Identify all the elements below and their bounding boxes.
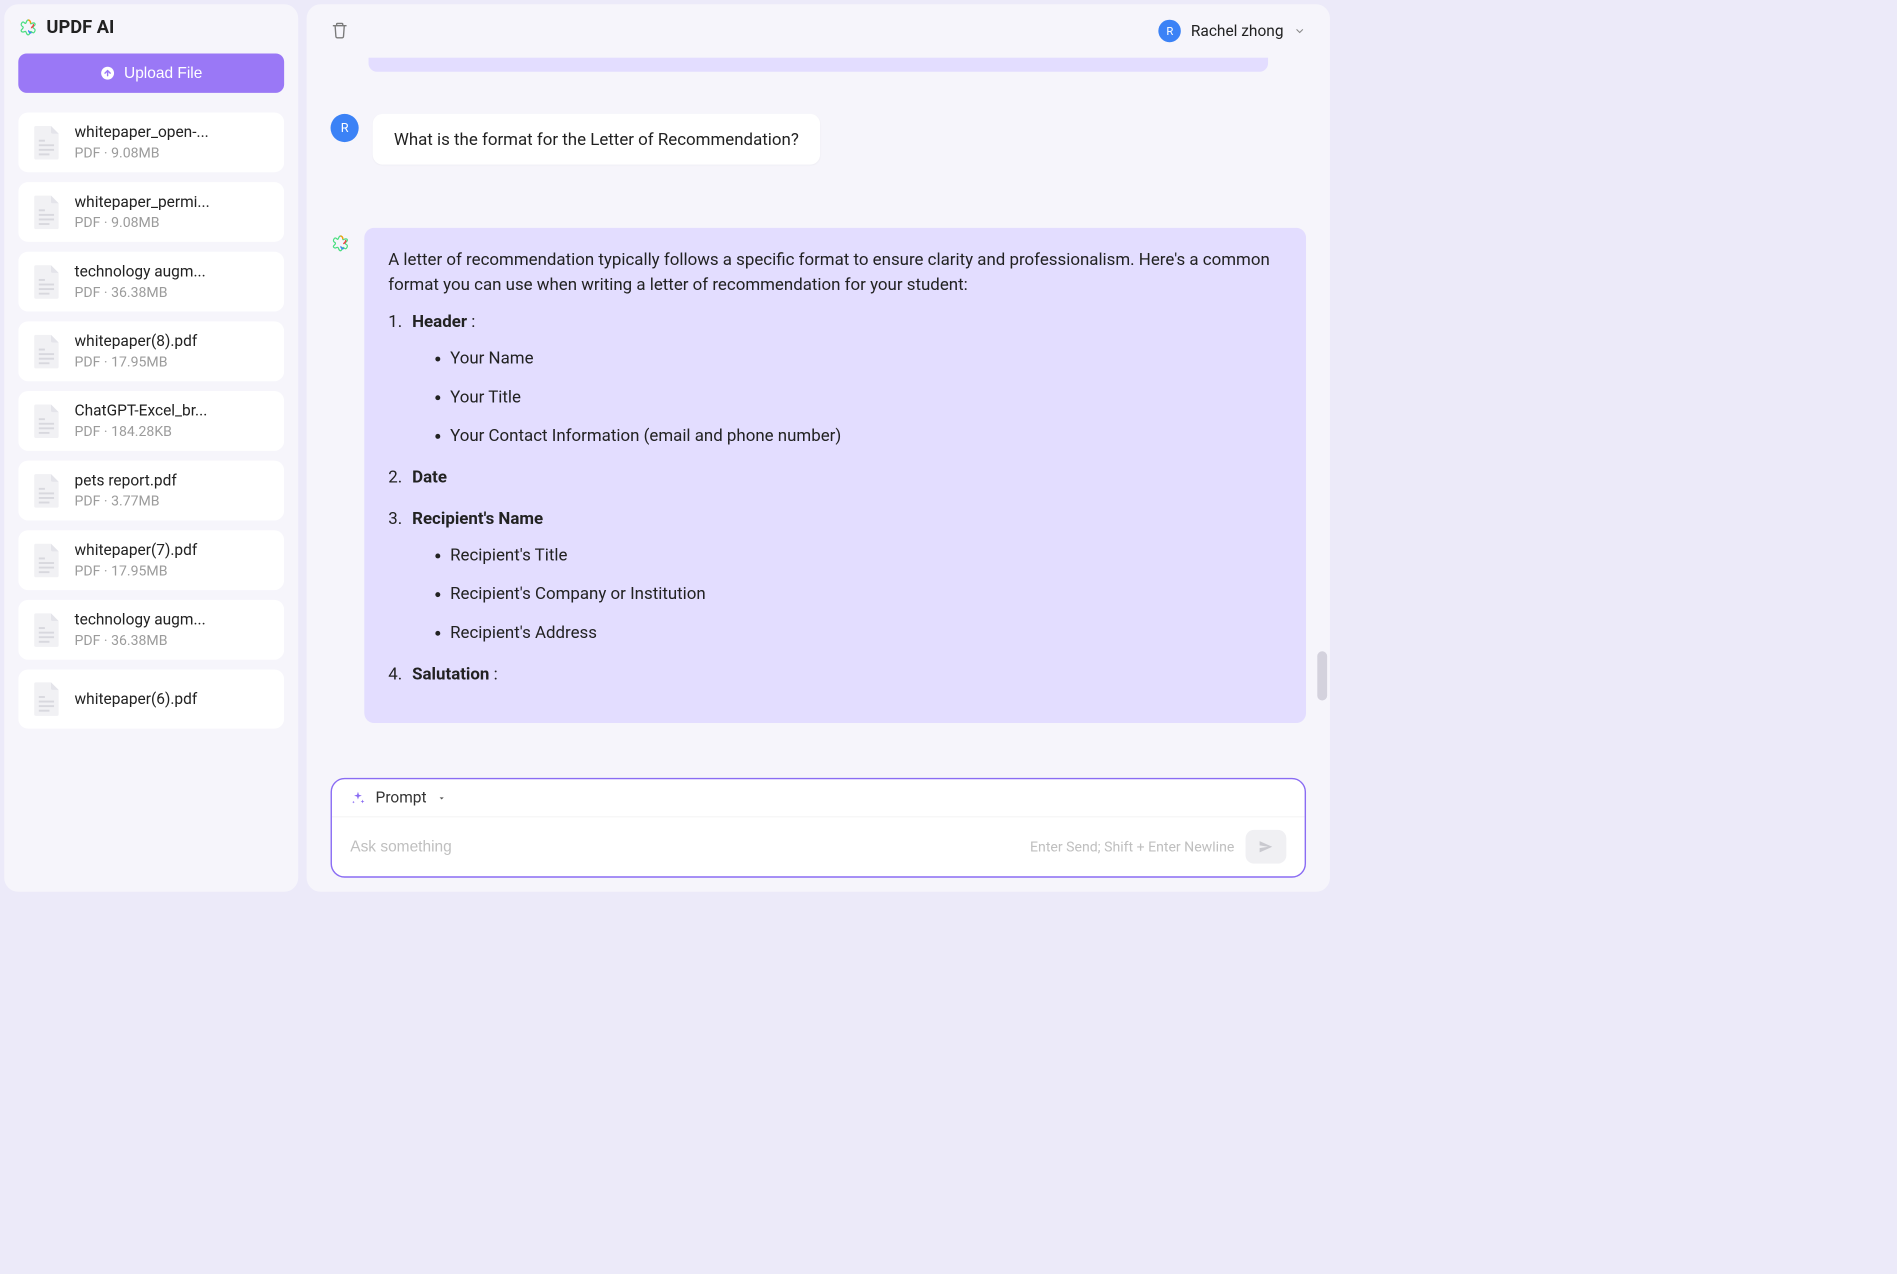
section-title: Header — [412, 311, 467, 331]
file-icon — [31, 124, 62, 161]
file-name: whitepaper(8).pdf — [75, 333, 272, 351]
ai-message-row: A letter of recommendation typically fol… — [331, 228, 1306, 723]
file-item[interactable]: whitepaper_permi... PDF · 9.08MB — [18, 182, 284, 242]
file-meta: PDF · 17.95MB — [75, 562, 272, 579]
upload-icon — [100, 65, 115, 80]
file-icon — [31, 333, 62, 370]
sidebar-header: UPDF AI — [18, 17, 284, 38]
ai-intro-text: A letter of recommendation typically fol… — [388, 248, 1282, 297]
file-item[interactable]: whitepaper(7).pdf PDF · 17.95MB — [18, 530, 284, 590]
file-meta: PDF · 9.08MB — [75, 214, 272, 231]
chevron-down-icon — [1293, 25, 1306, 38]
section-items: Recipient's Title Recipient's Company or … — [450, 543, 1282, 645]
format-section: Recipient's NameRecipient's TitleRecipie… — [388, 506, 1282, 645]
section-item: Your Title — [450, 385, 1282, 409]
user-message-bubble: What is the format for the Letter of Rec… — [373, 114, 820, 165]
file-info: whitepaper(8).pdf PDF · 17.95MB — [75, 333, 272, 370]
brand-title: UPDF AI — [46, 17, 114, 38]
section-item: Recipient's Title — [450, 543, 1282, 567]
file-item[interactable]: whitepaper_open-... PDF · 9.08MB — [18, 113, 284, 173]
file-info: ChatGPT-Excel_br... PDF · 184.28KB — [75, 402, 272, 439]
upload-file-button[interactable]: Upload File — [18, 53, 284, 92]
main-header: R Rachel zhong — [307, 4, 1330, 57]
input-hint: Enter Send; Shift + Enter Newline — [1030, 838, 1234, 855]
format-section: Date — [388, 465, 1282, 489]
file-name: whitepaper_open-... — [75, 124, 272, 142]
upload-label: Upload File — [124, 64, 202, 82]
file-icon — [31, 403, 62, 440]
user-name: Rachel zhong — [1191, 22, 1284, 40]
prompt-label: Prompt — [376, 789, 427, 807]
file-info: whitepaper(6).pdf — [75, 690, 272, 708]
file-name: whitepaper(6).pdf — [75, 690, 272, 708]
section-title: Salutation — [412, 664, 489, 684]
file-name: whitepaper(7).pdf — [75, 542, 272, 560]
file-icon — [31, 681, 62, 718]
file-item[interactable]: whitepaper(6).pdf — [18, 670, 284, 729]
file-name: technology augm... — [75, 263, 272, 281]
user-avatar: R — [1159, 20, 1182, 43]
file-icon — [31, 542, 62, 579]
previous-response-peek — [369, 58, 1269, 72]
file-item[interactable]: whitepaper(8).pdf PDF · 17.95MB — [18, 321, 284, 381]
file-icon — [31, 612, 62, 649]
file-info: whitepaper(7).pdf PDF · 17.95MB — [75, 542, 272, 579]
trash-icon — [331, 21, 349, 39]
section-title: Date — [412, 467, 447, 487]
file-name: pets report.pdf — [75, 472, 272, 490]
file-meta: PDF · 3.77MB — [75, 492, 272, 509]
file-item[interactable]: technology augm... PDF · 36.38MB — [18, 600, 284, 660]
input-area: Prompt Enter Send; Shift + Enter Newline — [331, 778, 1306, 878]
file-info: whitepaper_permi... PDF · 9.08MB — [75, 193, 272, 230]
file-info: whitepaper_open-... PDF · 9.08MB — [75, 124, 272, 161]
section-title: Recipient's Name — [412, 508, 543, 528]
file-icon — [31, 472, 62, 509]
file-info: pets report.pdf PDF · 3.77MB — [75, 472, 272, 509]
ai-message-bubble: A letter of recommendation typically fol… — [364, 228, 1306, 723]
user-menu[interactable]: R Rachel zhong — [1159, 20, 1306, 43]
sidebar: UPDF AI Upload File whitepaper_open-... … — [4, 4, 298, 892]
section-items: Your Name Your Title Your Contact Informat… — [450, 346, 1282, 448]
file-info: technology augm... PDF · 36.38MB — [75, 611, 272, 648]
file-meta: PDF · 36.38MB — [75, 283, 272, 300]
format-section: Header :Your NameYour TitleYour Contact … — [388, 309, 1282, 448]
file-meta: PDF · 184.28KB — [75, 423, 272, 440]
app-logo-icon — [18, 18, 38, 38]
caret-down-icon — [436, 793, 446, 803]
prompt-selector[interactable]: Prompt — [332, 779, 1305, 817]
file-item[interactable]: pets report.pdf PDF · 3.77MB — [18, 461, 284, 521]
format-section: Salutation : — [388, 662, 1282, 686]
delete-button[interactable] — [331, 21, 349, 41]
section-item: Recipient's Company or Institution — [450, 582, 1282, 606]
scrollbar-thumb[interactable] — [1317, 651, 1327, 700]
file-icon — [31, 194, 62, 231]
chat-body: R What is the format for the Letter of R… — [307, 58, 1330, 778]
user-message-row: R What is the format for the Letter of R… — [331, 114, 1306, 165]
input-row: Enter Send; Shift + Enter Newline — [332, 817, 1305, 876]
send-icon — [1258, 838, 1275, 855]
section-item: Recipient's Address — [450, 620, 1282, 644]
file-item[interactable]: ChatGPT-Excel_br... PDF · 184.28KB — [18, 391, 284, 451]
file-info: technology augm... PDF · 36.38MB — [75, 263, 272, 300]
message-input[interactable] — [350, 838, 1019, 856]
file-name: technology augm... — [75, 611, 272, 629]
section-item: Your Name — [450, 346, 1282, 370]
file-name: ChatGPT-Excel_br... — [75, 402, 272, 420]
main-panel: R Rachel zhong R What is the format for … — [307, 4, 1330, 892]
section-item: Your Contact Information (email and phon… — [450, 423, 1282, 447]
file-meta: PDF · 36.38MB — [75, 632, 272, 649]
file-name: whitepaper_permi... — [75, 193, 272, 211]
file-icon — [31, 263, 62, 300]
file-meta: PDF · 9.08MB — [75, 144, 272, 161]
user-avatar-small: R — [331, 114, 359, 142]
file-meta: PDF · 17.95MB — [75, 353, 272, 370]
sparkle-icon — [350, 790, 365, 805]
file-list: whitepaper_open-... PDF · 9.08MB whitepa… — [18, 113, 284, 880]
ai-logo-icon — [331, 233, 351, 253]
ai-format-list: Header :Your NameYour TitleYour Contact … — [388, 309, 1282, 686]
send-button[interactable] — [1246, 830, 1287, 864]
file-item[interactable]: technology augm... PDF · 36.38MB — [18, 252, 284, 312]
